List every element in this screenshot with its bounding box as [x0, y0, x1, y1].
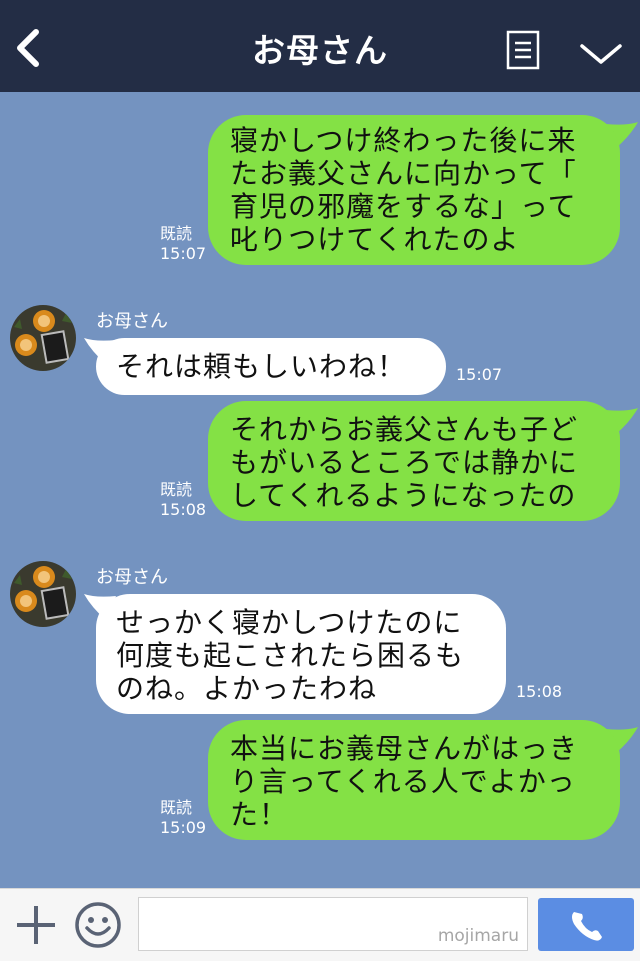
header-bar: お母さん	[0, 0, 640, 92]
message-bubble: 寝かしつけ終わった後に来 たお義父さんに向かって「 育児の邪魔をするな」って 叱…	[208, 115, 620, 265]
message-time: 15:07	[160, 244, 207, 263]
input-bar: mojimaru	[0, 888, 640, 961]
call-button[interactable]	[538, 898, 634, 951]
message-bubble: せっかく寝かしつけたのに 何度も起こされたら困るも のね。よかったわね	[96, 594, 506, 714]
message-time: 15:08	[516, 682, 563, 701]
menu-icon[interactable]	[506, 30, 540, 70]
sender-name: お母さん	[96, 567, 168, 588]
chat-title: お母さん	[252, 31, 388, 70]
message-bubble: 本当にお義母さんがはっき り言ってくれる人でよかっ た！	[208, 720, 620, 840]
message-time: 15:09	[160, 818, 207, 837]
sender-name: お母さん	[96, 311, 168, 332]
message-time: 15:08	[160, 500, 207, 519]
avatar[interactable]	[10, 561, 76, 627]
read-receipt: 既読	[160, 798, 193, 817]
message-time: 15:07	[456, 365, 503, 384]
phone-icon	[572, 912, 602, 941]
message-bubble: それは頼もしいわね！	[96, 338, 446, 395]
plus-icon[interactable]	[14, 903, 58, 947]
chevron-down-icon[interactable]	[578, 40, 624, 68]
avatar[interactable]	[10, 305, 76, 371]
read-receipt: 既読	[160, 480, 193, 499]
smiley-icon[interactable]	[74, 901, 122, 949]
message-bubble: それからお義父さんも子ど もがいるところでは静かに してくれるようになったの	[208, 401, 620, 521]
watermark-text: mojimaru	[437, 926, 519, 946]
message-input[interactable]: mojimaru	[138, 897, 528, 951]
read-receipt: 既読	[160, 224, 193, 243]
